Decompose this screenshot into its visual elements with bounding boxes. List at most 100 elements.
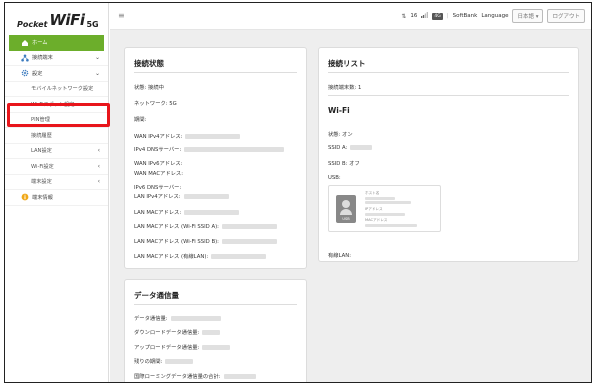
lan-mac-ssid-b-row: LAN MACアドレス (Wi-Fi SSID B): <box>134 237 277 245</box>
chevron-left-icon: ‹ <box>97 147 100 155</box>
sidebar-item-label: LAN設定 <box>31 148 52 155</box>
usb-label: USB: <box>328 175 341 181</box>
connection-status-panel: 接続状態 状態: 接続中 ネットワーク: 5G 期間: WAN IPv4アドレス… <box>124 47 307 269</box>
network-row-label: ネットワーク: 5G <box>134 101 177 107</box>
wifi-state-label: 状態: オン <box>328 132 353 138</box>
redacted-value <box>202 345 231 350</box>
sidebar-item-label: 端末設定 <box>31 179 52 186</box>
browser-frame: Pocket WiFi 5G ホーム 接続端末 ⌄ 設定 ⌄ モバイルネットワー… <box>4 2 592 383</box>
host-name-row: ホスト名 <box>365 191 411 204</box>
sidebar-item-home[interactable]: ホーム <box>9 35 104 51</box>
sidebar-item-label: 接続履歴 <box>31 132 52 139</box>
chevron-left-icon: ‹ <box>97 178 100 186</box>
sidebar-item-label: Wi-Fi設定 <box>31 163 54 170</box>
network-icon <box>21 54 29 62</box>
sidebar-item-device-settings[interactable]: 端末設定 ‹ <box>5 175 108 190</box>
language-label: Language <box>481 13 509 19</box>
lan-ipv4-label: LAN IPv4アドレス: <box>134 194 181 200</box>
menu-toggle-icon[interactable]: ≡ <box>118 11 125 20</box>
redacted-value <box>350 145 373 150</box>
usb-icon-label: USB <box>342 217 350 221</box>
device-count-row: 接続端末数: 1 <box>328 83 361 91</box>
lan-mac-label: LAN MACアドレス: <box>134 210 182 216</box>
sidebar-item-label: 接続端末 <box>32 55 53 62</box>
divider <box>328 72 569 73</box>
info-icon <box>21 193 29 201</box>
network-row: ネットワーク: 5G <box>134 99 177 107</box>
redacted-value <box>183 194 229 199</box>
ssid-a-row: SSID A: <box>328 145 373 151</box>
home-icon <box>21 39 29 47</box>
sidebar-item-lan[interactable]: LAN設定 ‹ <box>5 144 108 159</box>
status-row-label: 状態: 接続中 <box>134 85 164 91</box>
sidebar-item-mobile-network[interactable]: モバイルネットワーク設定 <box>5 82 108 97</box>
redacted-value <box>365 201 411 204</box>
usb-row: USB: <box>328 175 341 181</box>
lan-mac-wired-label: LAN MACアドレス (有線LAN): <box>134 254 209 260</box>
redacted-value <box>185 134 241 139</box>
period-row: 期間: <box>134 115 146 123</box>
sidebar-item-label: 端末情報 <box>32 194 53 201</box>
upload-usage-row: アップロードデータ通信量: <box>134 343 231 351</box>
status-row: 状態: 接続中 <box>134 83 164 91</box>
data-usage-panel: データ通信量 データ通信量: ダウンロードデータ通信量: アップロードデータ通信… <box>124 279 307 382</box>
sidebar-item-wifi[interactable]: Wi-Fi設定 ‹ <box>5 159 108 175</box>
panel-title: データ通信量 <box>134 291 179 300</box>
redacted-value <box>223 374 256 379</box>
panel-title: 接続状態 <box>134 59 164 68</box>
divider <box>134 304 297 305</box>
ipv4-dns-label: IPv4 DNSサーバー: <box>134 147 182 153</box>
logo-wifi-text: WiFi <box>49 11 85 29</box>
redacted-value <box>211 254 267 259</box>
remaining-period-label: 残りの期間: <box>134 359 163 365</box>
redacted-value <box>221 239 277 244</box>
divider <box>328 95 569 96</box>
language-select[interactable]: 日本語 ▾ <box>512 9 544 23</box>
separator: | <box>446 13 449 19</box>
host-name-label: ホスト名 <box>365 191 380 195</box>
lan-mac-wired-row: LAN MACアドレス (有線LAN): <box>134 252 267 260</box>
top-bar: ≡ ⇅ 16 4G | SoftBank Language 日本語 ▾ ログアウ… <box>110 3 591 30</box>
chevron-down-icon: ⌄ <box>94 54 100 62</box>
redacted-value <box>202 330 221 335</box>
redacted-value <box>184 147 285 152</box>
lan-mac-row: LAN MACアドレス: <box>134 208 240 216</box>
sidebar-item-label: モバイルネットワーク設定 <box>31 86 94 93</box>
person-body <box>340 209 352 215</box>
connection-list-panel: 接続リスト 接続端末数: 1 Wi-Fi 状態: オン SSID A: SSID… <box>318 47 579 262</box>
ipv6-dns-row: IPv6 DNSサーバー: <box>134 183 181 191</box>
sidebar-item-connected-devices[interactable]: 接続端末 ⌄ <box>5 51 108 66</box>
ipv6-dns-label: IPv6 DNSサーバー: <box>134 185 182 191</box>
upload-usage-label: アップロードデータ通信量: <box>134 345 200 351</box>
wan-ipv4-label: WAN IPv4アドレス: <box>134 134 183 140</box>
logo-pocket-text: Pocket <box>17 20 48 29</box>
download-usage-label: ダウンロードデータ通信量: <box>134 330 200 336</box>
sidebar-item-settings[interactable]: 設定 ⌄ <box>5 66 108 82</box>
gear-icon <box>21 69 29 77</box>
redacted-value <box>221 224 277 229</box>
roaming-usage-label: 国際ローミングデータ通信量の合計: <box>134 374 221 380</box>
upload-download-icon: ⇅ <box>401 12 407 20</box>
device-count-label: 接続端末数: 1 <box>328 85 362 91</box>
wifi-title: Wi-Fi <box>328 106 350 115</box>
highlight-box <box>7 103 110 127</box>
ip-address-row: IPアドレス <box>365 207 405 216</box>
wired-lan-label: 有線LAN: <box>328 253 352 259</box>
ipv4-dns-row: IPv4 DNSサーバー: <box>134 145 285 153</box>
redacted-value <box>184 210 240 215</box>
period-row-label: 期間: <box>134 117 147 123</box>
sidebar-item-label: 設定 <box>32 70 43 77</box>
logout-button[interactable]: ログアウト <box>547 9 585 23</box>
lan-mac-ssid-a-label: LAN MACアドレス (Wi-Fi SSID A): <box>134 224 219 230</box>
pocket-wifi-logo[interactable]: Pocket WiFi 5G <box>5 3 108 35</box>
wan-mac-row: WAN MACアドレス: <box>134 169 183 177</box>
usb-device-card[interactable]: USB ホスト名 IPアドレス MACアドレス <box>328 185 441 232</box>
sidebar-item-device-info[interactable]: 端末情報 <box>5 190 108 206</box>
sidebar-item-connection-history[interactable]: 接続履歴 <box>5 128 108 144</box>
ssid-b-row: SSID B: オフ <box>328 159 360 167</box>
mac-address-row: MACアドレス <box>365 218 417 227</box>
wan-ipv4-row: WAN IPv4アドレス: <box>134 132 241 140</box>
panel-title: 接続リスト <box>328 59 366 68</box>
data-usage-row: データ通信量: <box>134 314 221 322</box>
divider <box>134 72 297 73</box>
